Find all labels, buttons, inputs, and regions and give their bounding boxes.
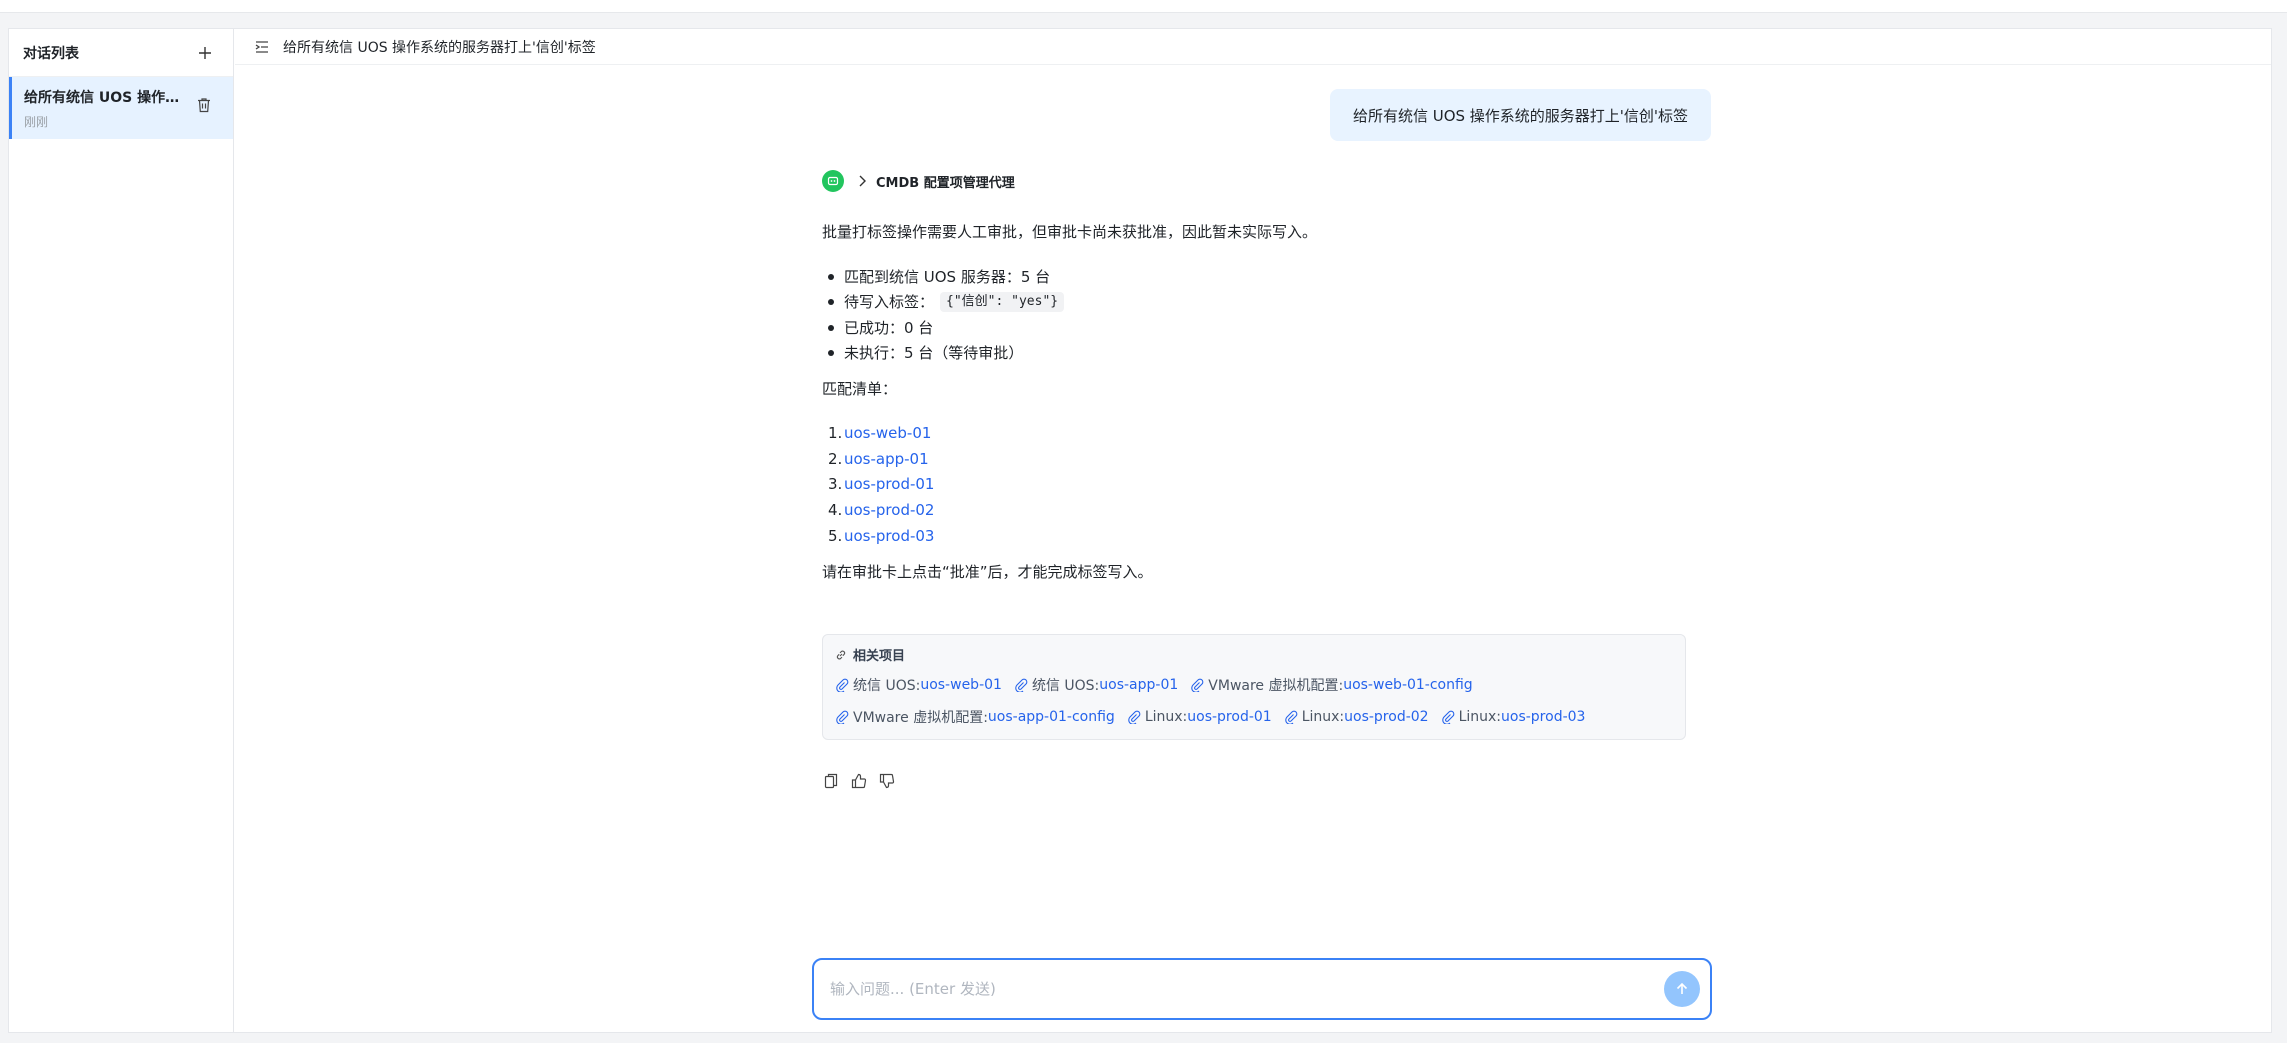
related-link[interactable]: uos-app-01 — [1099, 677, 1178, 693]
agent-name: CMDB 配置项管理代理 — [876, 175, 1015, 191]
conversation-title: 给所有统信 UOS 操作系统的服务器打上'信创'标签 — [24, 90, 184, 106]
send-button[interactable] — [1664, 971, 1700, 1007]
list-item: 待写入标签： {"信创": "yes"} — [822, 290, 1702, 316]
paperclip-icon — [1191, 678, 1204, 692]
list-item: 4. uos-prod-02 — [822, 497, 1702, 523]
list-number: 4. — [828, 501, 843, 520]
conversation-item[interactable]: 给所有统信 UOS 操作系统的服务器打上'信创'标签 刚刚 — [9, 77, 233, 139]
server-link[interactable]: uos-app-01 — [844, 450, 929, 468]
related-type: Linux: — [1458, 709, 1502, 725]
chevron-right-icon[interactable] — [858, 175, 866, 187]
related-type: VMware 虚拟机配置: — [853, 710, 988, 726]
user-message: 给所有统信 UOS 操作系统的服务器打上'信创'标签 — [1330, 89, 1711, 141]
robot-icon — [827, 176, 839, 186]
copy-button[interactable] — [817, 771, 845, 791]
related-chip[interactable]: Linux: uos-prod-02 — [1284, 709, 1429, 725]
related-chip[interactable]: VMware 虚拟机配置: uos-app-01-config — [835, 707, 1115, 727]
answer-outro: 请在审批卡上点击“批准”后，才能完成标签写入。 — [822, 562, 1153, 581]
related-link[interactable]: uos-prod-02 — [1344, 709, 1428, 725]
list-number: 5. — [828, 527, 843, 546]
thumbs-down-icon — [879, 773, 895, 789]
related-row: 统信 UOS: uos-web-01 统信 UOS: uos-app-01 VM… — [835, 674, 1673, 696]
chat-title: 给所有统信 UOS 操作系统的服务器打上'信创'标签 — [283, 39, 596, 56]
related-type: Linux: — [1301, 709, 1345, 725]
plus-icon — [199, 46, 211, 59]
paperclip-icon — [1284, 710, 1298, 724]
related-link[interactable]: uos-app-01-config — [988, 709, 1115, 725]
related-link[interactable]: uos-web-01 — [920, 677, 1002, 693]
chat-input-box[interactable] — [812, 958, 1712, 1020]
chat-header: 给所有统信 UOS 操作系统的服务器打上'信创'标签 — [235, 29, 2271, 65]
like-button[interactable] — [845, 771, 873, 791]
copy-icon — [824, 773, 838, 789]
sidebar-header: 对话列表 — [9, 29, 233, 77]
list-item-text: 匹配到统信 UOS 服务器：5 台 — [844, 267, 1051, 286]
new-conversation-button[interactable] — [195, 43, 215, 63]
related-title: 相关项目 — [835, 645, 1673, 664]
arrow-up-icon — [1676, 982, 1688, 994]
related-row: VMware 虚拟机配置: uos-app-01-config Linux: u… — [835, 706, 1673, 728]
answer-intro: 批量打标签操作需要人工审批，但审批卡尚未获批准，因此暂未实际写入。 — [822, 223, 1318, 241]
list-item: 1. uos-web-01 — [822, 420, 1702, 446]
chat-input[interactable] — [830, 980, 1664, 998]
paperclip-icon — [1441, 710, 1454, 724]
list-number: 2. — [828, 449, 843, 468]
list-item: 2. uos-app-01 — [822, 446, 1702, 472]
sidebar: 对话列表 给所有统信 UOS 操作系统的服务器打上'信创'标签 刚刚 — [9, 29, 234, 1032]
dislike-button[interactable] — [873, 771, 901, 791]
related-title-text: 相关项目 — [853, 649, 906, 664]
server-link[interactable]: uos-prod-02 — [844, 501, 934, 519]
list-item: 已成功：0 台 — [822, 315, 1702, 341]
related-chip[interactable]: VMware 虚拟机配置: uos-web-01-config — [1190, 675, 1473, 695]
delete-conversation-button[interactable] — [197, 97, 215, 117]
match-list: 1. uos-web-01 2. uos-app-01 3. uos-prod-01 … — [822, 420, 1702, 549]
related-type: 统信 UOS: — [1031, 678, 1100, 694]
conversation-time: 刚刚 — [24, 115, 49, 129]
related-type: Linux: — [1144, 709, 1188, 725]
summary-list: 匹配到统信 UOS 服务器：5 台 待写入标签： {"信创": "yes"} 已成… — [822, 264, 1702, 366]
agent-answer: 批量打标签操作需要人工审批，但审批卡尚未获批准，因此暂未实际写入。 匹配到统信 … — [822, 223, 1702, 589]
tag-code: {"信创": "yes"} — [940, 292, 1065, 313]
list-item: 未执行：5 台（等待审批） — [822, 341, 1702, 367]
related-link[interactable]: uos-prod-03 — [1501, 709, 1585, 725]
list-item-text: 待写入标签： — [844, 293, 935, 312]
top-bar — [0, 0, 2287, 13]
related-chip[interactable]: 统信 UOS: uos-app-01 — [1014, 675, 1178, 695]
related-link[interactable]: uos-web-01-config — [1343, 677, 1473, 693]
thumbs-up-icon — [851, 773, 867, 789]
related-link[interactable]: uos-prod-01 — [1187, 709, 1271, 725]
agent-row[interactable]: CMDB 配置项管理代理 — [822, 170, 1015, 192]
related-type: VMware 虚拟机配置: — [1208, 678, 1344, 694]
related-type: 统信 UOS: — [853, 678, 921, 694]
link-icon — [836, 650, 846, 659]
server-link[interactable]: uos-prod-01 — [844, 475, 934, 493]
list-item: 5. uos-prod-03 — [822, 523, 1702, 549]
list-number: 3. — [828, 475, 843, 494]
related-chip[interactable]: Linux: uos-prod-01 — [1127, 709, 1272, 725]
menu-fold-icon[interactable] — [253, 38, 271, 56]
paperclip-icon — [836, 678, 849, 692]
related-chip[interactable]: 统信 UOS: uos-web-01 — [835, 675, 1002, 695]
related-items-panel: 相关项目 统信 UOS: uos-web-01 统信 UOS: uos-app-… — [822, 634, 1686, 740]
agent-avatar — [822, 170, 844, 192]
list-item-text: 已成功：0 台 — [844, 318, 934, 337]
trash-icon — [198, 98, 210, 113]
paperclip-icon — [1015, 678, 1028, 692]
related-chip[interactable]: Linux: uos-prod-03 — [1441, 709, 1585, 725]
server-link[interactable]: uos-web-01 — [844, 424, 931, 442]
message-actions — [817, 771, 901, 791]
match-list-title: 匹配清单： — [822, 380, 898, 398]
sidebar-title: 对话列表 — [23, 45, 79, 62]
app-frame: 对话列表 给所有统信 UOS 操作系统的服务器打上'信创'标签 刚刚 给所有统信… — [8, 28, 2272, 1033]
server-link[interactable]: uos-prod-03 — [844, 527, 934, 545]
list-item: 匹配到统信 UOS 服务器：5 台 — [822, 264, 1702, 290]
paperclip-icon — [1128, 710, 1141, 724]
list-item: 3. uos-prod-01 — [822, 472, 1702, 498]
list-number: 1. — [828, 423, 843, 442]
paperclip-icon — [836, 710, 849, 724]
list-item-text: 未执行：5 台（等待审批） — [844, 344, 1024, 363]
chat-main: 给所有统信 UOS 操作系统的服务器打上'信创'标签 给所有统信 UOS 操作系… — [235, 29, 2271, 1032]
